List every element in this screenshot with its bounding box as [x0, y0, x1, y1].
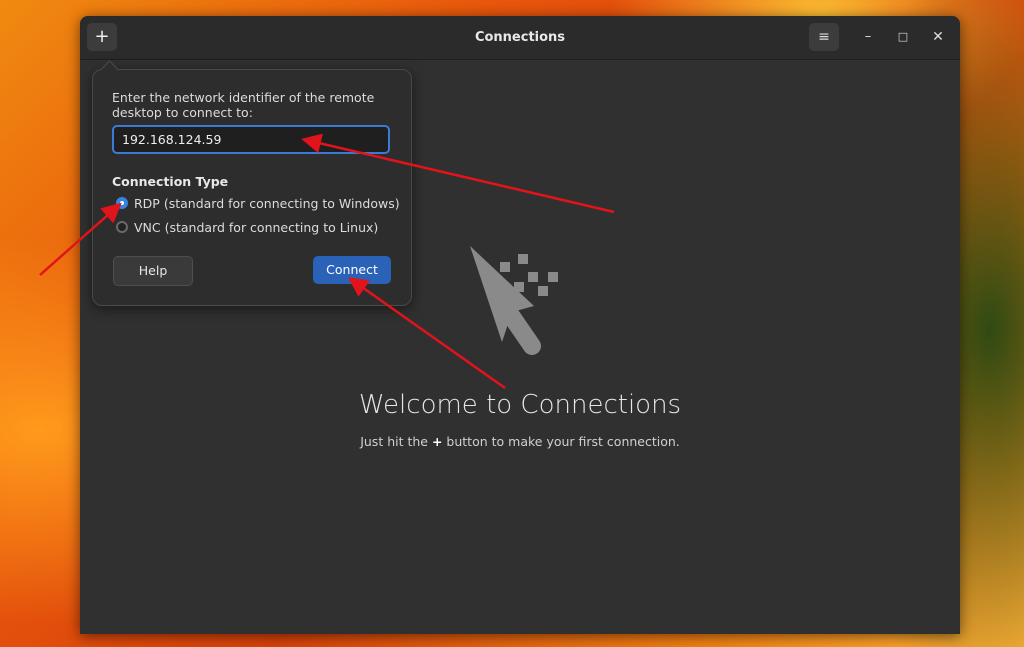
connection-type-label: Connection Type [112, 174, 229, 189]
maximize-icon: □ [897, 30, 909, 43]
connections-cursor-icon [470, 246, 558, 355]
welcome-subtitle-start: Just hit the [360, 434, 432, 449]
help-button[interactable]: Help [113, 256, 193, 286]
welcome-title: Welcome to Connections [358, 390, 682, 420]
hamburger-menu-icon: ≡ [818, 29, 830, 45]
radio-vnc[interactable] [116, 221, 128, 233]
radio-option-vnc[interactable]: VNC (standard for connecting to Linux) [116, 218, 378, 236]
welcome-subtitle-end: button to make your first connection. [442, 434, 680, 449]
maximize-button[interactable]: □ [889, 23, 917, 51]
header-bar: + Connections ≡ – □ ✕ [80, 16, 960, 60]
close-icon: ✕ [932, 29, 944, 45]
radio-rdp-label: RDP (standard for connecting to Windows) [134, 195, 400, 211]
connect-button[interactable]: Connect [313, 256, 391, 284]
radio-rdp[interactable] [116, 197, 128, 209]
main-menu-button[interactable]: ≡ [809, 23, 839, 51]
welcome-subtitle: Just hit the + button to make your first… [80, 434, 960, 449]
radio-option-rdp[interactable]: RDP (standard for connecting to Windows) [116, 194, 400, 212]
radio-vnc-label: VNC (standard for connecting to Linux) [134, 219, 379, 235]
new-connection-popover: Enter the network identifier of the remo… [92, 60, 412, 306]
address-prompt: Enter the network identifier of the remo… [112, 90, 375, 120]
minimize-button[interactable]: – [854, 23, 882, 51]
close-button[interactable]: ✕ [924, 23, 952, 51]
minimize-icon: – [864, 29, 872, 44]
address-input[interactable] [112, 125, 390, 154]
welcome-subtitle-plus: + [431, 434, 443, 449]
